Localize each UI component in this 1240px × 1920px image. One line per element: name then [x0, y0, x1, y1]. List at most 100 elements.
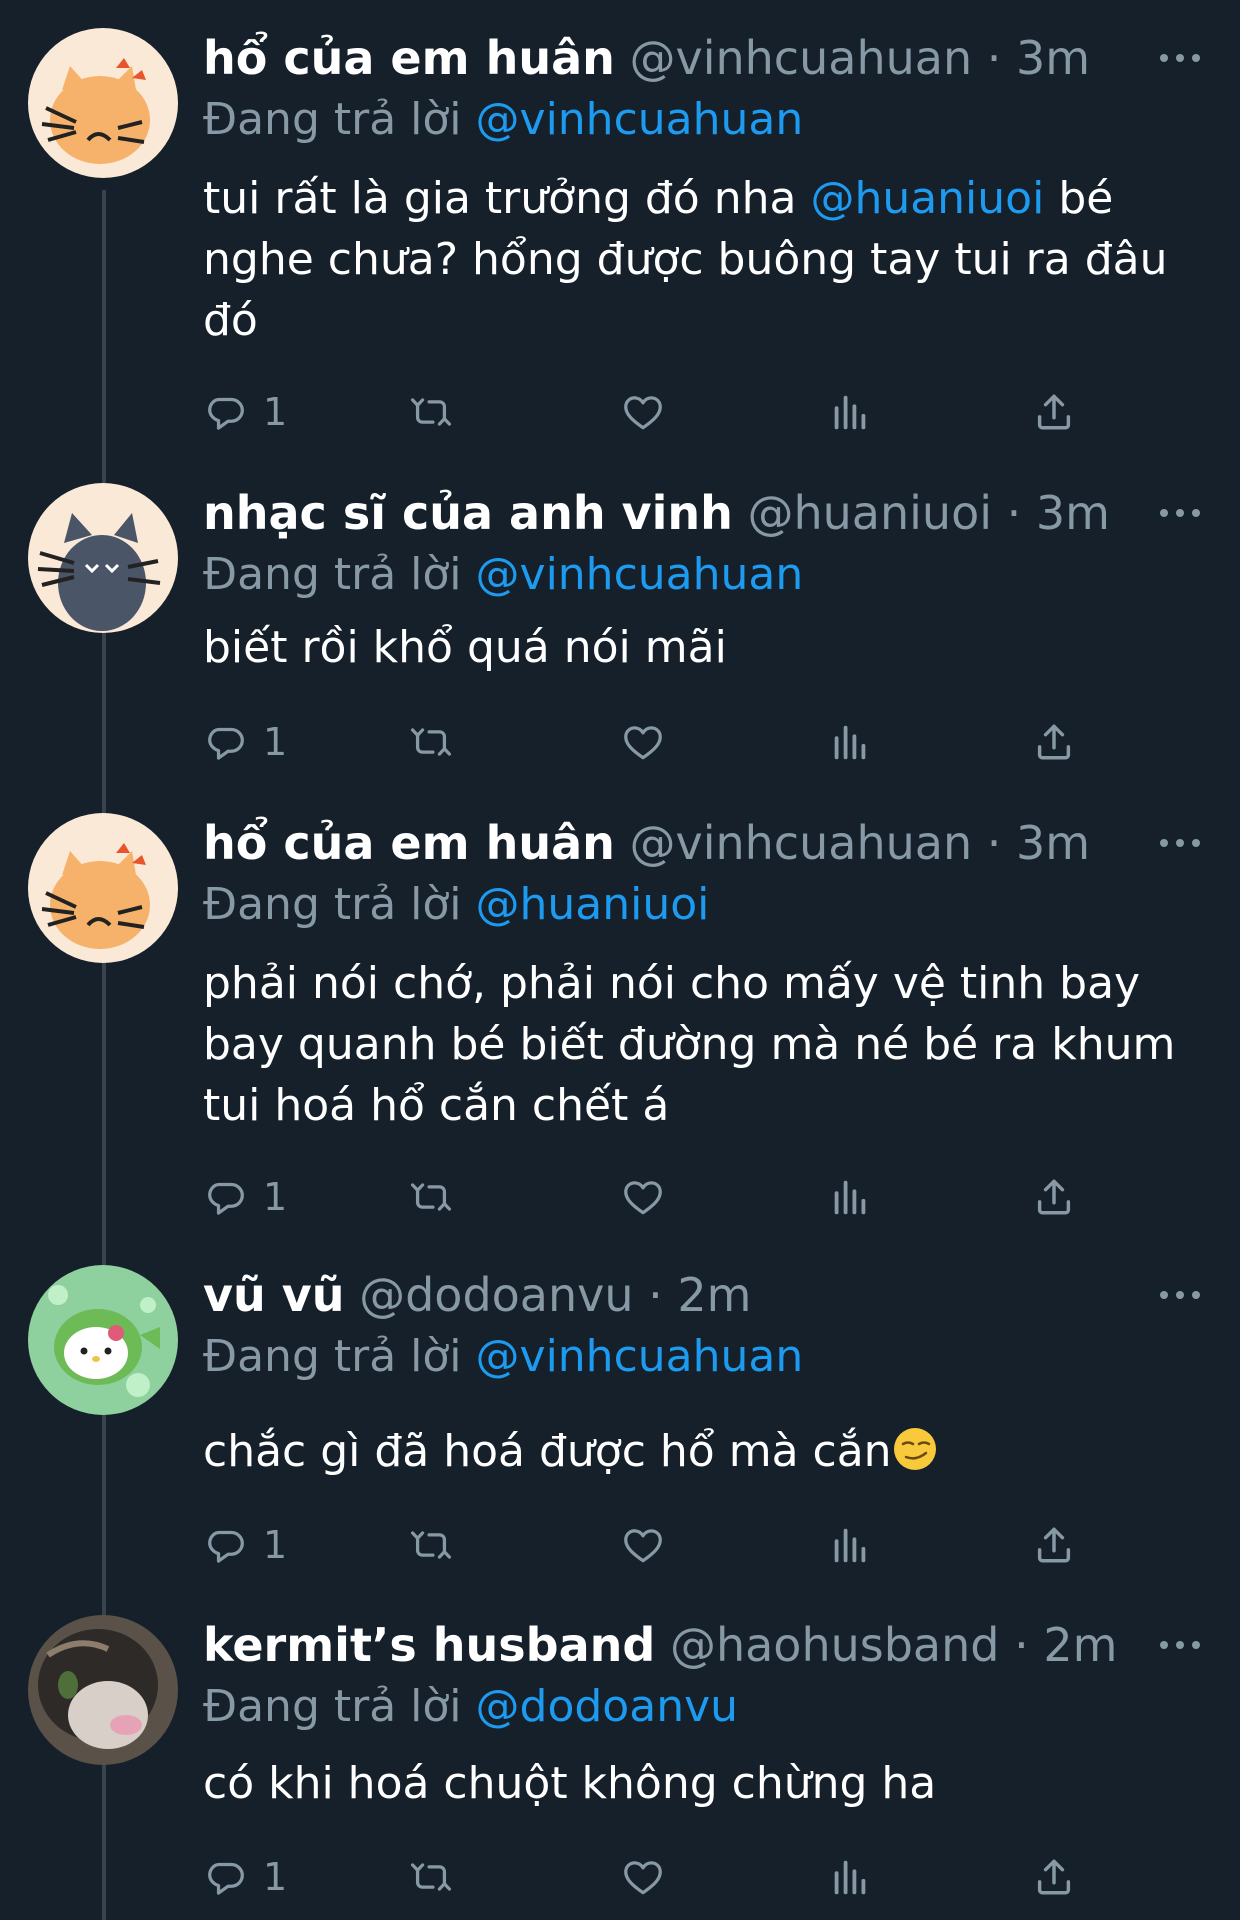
display-name[interactable]: hổ của em huân [203, 816, 615, 870]
reply-count: 1 [263, 1175, 288, 1219]
timestamp[interactable]: 3m [1016, 816, 1090, 870]
views-icon [827, 1174, 873, 1220]
more-icon[interactable] [1158, 1637, 1202, 1653]
reply-count: 1 [263, 1855, 288, 1899]
replying-prefix: Đang trả lời [203, 879, 462, 930]
replying-mention[interactable]: @vinhcuahuan [476, 549, 804, 600]
avatar[interactable] [28, 28, 178, 178]
action-bar: 1 [203, 1515, 1103, 1575]
like-button[interactable] [620, 1167, 666, 1227]
share-icon [1031, 719, 1077, 765]
tweet-text: phải nói chớ, phải nói cho mấy vệ tinh b… [203, 958, 1176, 1131]
avatar[interactable] [28, 1615, 178, 1765]
heart-icon [620, 1522, 666, 1568]
action-bar: 1 [203, 712, 1103, 772]
separator-dot: · [986, 31, 1002, 85]
action-bar: 1 [203, 1847, 1103, 1907]
share-icon [1031, 389, 1077, 435]
share-button[interactable] [1031, 1167, 1077, 1227]
more-icon[interactable] [1158, 1287, 1202, 1303]
views-icon [827, 1854, 873, 1900]
display-name[interactable]: kermit’s husband [203, 1618, 655, 1672]
share-icon [1031, 1522, 1077, 1568]
timestamp[interactable]: 2m [677, 1268, 751, 1322]
username-handle[interactable]: @vinhcuahuan [630, 31, 973, 85]
avatar[interactable] [28, 813, 178, 963]
share-button[interactable] [1031, 1515, 1077, 1575]
tweet-text-part: chắc gì đã hoá được hổ mà cắn [203, 1426, 892, 1477]
reply-button[interactable]: 1 [203, 712, 287, 772]
replying-to: Đang trả lời @vinhcuahuan [203, 543, 803, 607]
separator-dot: · [1014, 1618, 1029, 1672]
retweet-button[interactable] [408, 712, 454, 772]
views-button[interactable] [827, 1515, 873, 1575]
like-button[interactable] [620, 712, 666, 772]
views-button[interactable] [827, 1167, 873, 1227]
replying-mention[interactable]: @dodoanvu [476, 1681, 738, 1732]
tweet-header: hổ của em huân @vinhcuahuan · 3m [203, 26, 1163, 90]
more-icon[interactable] [1158, 50, 1202, 66]
retweet-button[interactable] [408, 382, 454, 442]
share-button[interactable] [1031, 1847, 1077, 1907]
retweet-button[interactable] [408, 1847, 454, 1907]
reply-button[interactable]: 1 [203, 1167, 287, 1227]
retweet-button[interactable] [408, 1167, 454, 1227]
replying-mention[interactable]: @vinhcuahuan [476, 1331, 804, 1382]
more-icon[interactable] [1158, 505, 1202, 521]
heart-icon [620, 719, 666, 765]
separator-dot: · [648, 1268, 663, 1322]
retweet-button[interactable] [408, 1515, 454, 1575]
retweet-icon [408, 389, 454, 435]
replying-mention[interactable]: @huaniuoi [476, 879, 710, 930]
like-button[interactable] [620, 382, 666, 442]
smirking-face-emoji [893, 1428, 936, 1470]
username-handle[interactable]: @haohusband [670, 1618, 1000, 1672]
timestamp[interactable]: 3m [1016, 31, 1090, 85]
reply-icon [203, 1522, 249, 1568]
views-button[interactable] [827, 1847, 873, 1907]
separator-dot: · [1006, 486, 1022, 540]
tweet-header: nhạc sĩ của anh vinh @huaniuoi · 3m [203, 481, 1163, 545]
replying-to: Đang trả lời @dodoanvu [203, 1675, 738, 1739]
tweet-header: vũ vũ @dodoanvu · 2m [203, 1263, 1163, 1327]
action-bar: 1 [203, 1167, 1103, 1227]
reply-icon [203, 389, 249, 435]
views-icon [827, 719, 873, 765]
share-button[interactable] [1031, 382, 1077, 442]
retweet-icon [408, 1174, 454, 1220]
retweet-icon [408, 1522, 454, 1568]
reply-icon [203, 719, 249, 765]
share-icon [1031, 1174, 1077, 1220]
views-button[interactable] [827, 382, 873, 442]
display-name[interactable]: hổ của em huân [203, 31, 615, 85]
username-handle[interactable]: @vinhcuahuan [630, 816, 973, 870]
reply-count: 1 [263, 390, 288, 434]
tweet-header: kermit’s husband @haohusband · 2m [203, 1613, 1163, 1677]
inline-mention[interactable]: @huaniuoi [810, 173, 1044, 224]
more-icon[interactable] [1158, 835, 1202, 851]
timestamp[interactable]: 2m [1043, 1618, 1117, 1672]
heart-icon [620, 1854, 666, 1900]
like-button[interactable] [620, 1847, 666, 1907]
username-handle[interactable]: @dodoanvu [359, 1268, 633, 1322]
like-button[interactable] [620, 1515, 666, 1575]
reply-count: 1 [263, 720, 288, 764]
reply-icon [203, 1854, 249, 1900]
reply-button[interactable]: 1 [203, 1515, 287, 1575]
replying-prefix: Đang trả lời [203, 1331, 462, 1382]
display-name[interactable]: nhạc sĩ của anh vinh [203, 486, 733, 540]
replying-mention[interactable]: @vinhcuahuan [476, 94, 804, 145]
avatar[interactable] [28, 1265, 178, 1415]
reply-button[interactable]: 1 [203, 382, 287, 442]
reply-icon [203, 1174, 249, 1220]
share-button[interactable] [1031, 712, 1077, 772]
views-icon [827, 389, 873, 435]
username-handle[interactable]: @huaniuoi [747, 486, 992, 540]
tweet-text: chắc gì đã hoá được hổ mà cắn [203, 1421, 1193, 1482]
avatar[interactable] [28, 483, 178, 633]
views-button[interactable] [827, 712, 873, 772]
tweet-text: biết rồi khổ quá nói mãi [203, 622, 727, 673]
display-name[interactable]: vũ vũ [203, 1268, 344, 1322]
timestamp[interactable]: 3m [1036, 486, 1110, 540]
reply-button[interactable]: 1 [203, 1847, 287, 1907]
